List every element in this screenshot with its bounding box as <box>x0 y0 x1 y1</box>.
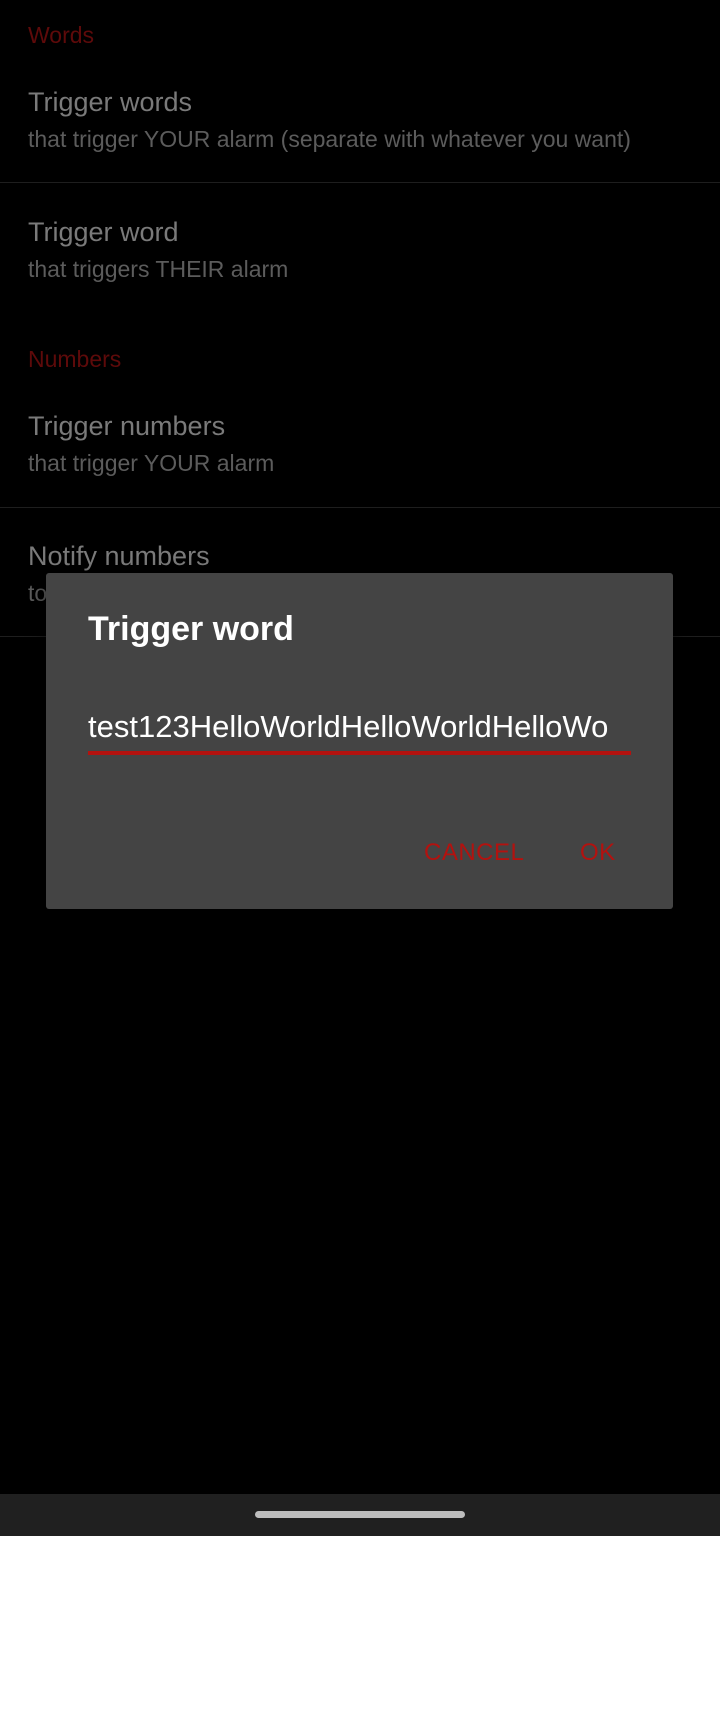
category-words: Words <box>28 22 95 48</box>
pref-summary: that trigger YOUR alarm (separate with w… <box>28 126 631 152</box>
trigger-word-dialog: Trigger word CANCEL OK <box>46 573 673 909</box>
pref-trigger-word[interactable]: Trigger word that triggers THEIR alarm <box>0 200 720 330</box>
trigger-word-input[interactable] <box>88 703 631 755</box>
pref-title: Trigger word <box>28 217 179 247</box>
category-numbers: Numbers <box>28 346 122 372</box>
system-navigation-bar <box>0 1494 720 1536</box>
app-screen: Words Trigger words that trigger YOUR al… <box>0 0 720 1494</box>
cancel-button[interactable]: CANCEL <box>424 839 524 867</box>
divider <box>0 182 720 183</box>
pref-trigger-numbers[interactable]: Trigger numbers that trigger YOUR alarm <box>0 394 720 524</box>
ok-button[interactable]: OK <box>580 839 616 867</box>
pref-trigger-words[interactable]: Trigger words that trigger YOUR alarm (s… <box>0 70 720 200</box>
pref-summary: that trigger YOUR alarm <box>28 450 275 476</box>
pref-summary: that triggers THEIR alarm <box>28 256 289 282</box>
pref-title: Trigger words <box>28 87 193 117</box>
home-gesture-handle[interactable] <box>255 1511 465 1518</box>
dialog-title: Trigger word <box>88 610 294 648</box>
pref-title: Trigger numbers <box>28 411 226 441</box>
pref-summary: to <box>28 580 48 606</box>
pref-title: Notify numbers <box>28 541 210 571</box>
divider <box>0 507 720 508</box>
